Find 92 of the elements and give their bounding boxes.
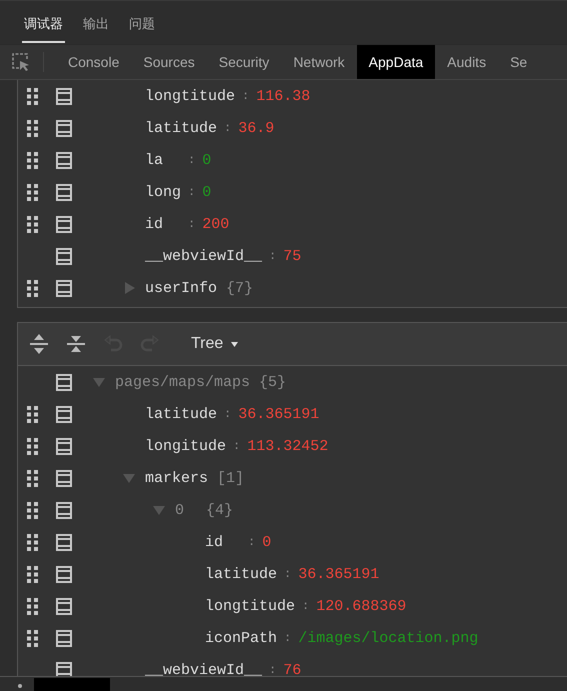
panel-icon[interactable]	[56, 470, 72, 486]
separator: :	[188, 217, 196, 231]
data-value: 0	[202, 184, 212, 200]
separator: :	[248, 535, 256, 549]
data-value: 200	[202, 216, 230, 232]
tab[interactable]: Audits	[435, 45, 498, 79]
drag-handle-icon[interactable]	[27, 438, 38, 454]
panel-icon[interactable]	[56, 534, 72, 550]
panel-icon[interactable]	[56, 598, 72, 614]
drag-handle-icon[interactable]	[27, 88, 38, 104]
data-value: 0	[202, 152, 212, 168]
panel-icon[interactable]	[56, 280, 72, 296]
data-key: longtitude	[205, 598, 296, 614]
dot-icon	[18, 684, 22, 688]
data-value: 36.365191	[298, 566, 380, 582]
expand-all-icon[interactable]	[29, 332, 49, 356]
data-value: 116.38	[256, 88, 310, 104]
item-count: {4}	[206, 502, 234, 518]
data-key: 0	[175, 502, 184, 518]
data-value: 36.9	[238, 120, 274, 136]
drag-handle-icon[interactable]	[27, 406, 38, 422]
tab[interactable]: Sources	[131, 45, 207, 79]
data-key: latitude	[205, 566, 278, 582]
separator: :	[284, 631, 292, 645]
drag-handle-icon[interactable]	[27, 502, 38, 518]
panel-icon[interactable]	[56, 630, 72, 646]
separator: :	[188, 153, 196, 167]
data-key: longitude	[145, 438, 226, 454]
inspect-element-icon[interactable]	[11, 52, 31, 72]
drag-handle-icon[interactable]	[27, 280, 38, 296]
data-key: userInfo	[145, 280, 218, 296]
panel-icon[interactable]	[56, 406, 72, 422]
tab[interactable]: Network	[281, 45, 357, 79]
separator: :	[224, 407, 232, 421]
data-key: pages/maps/maps	[115, 374, 250, 390]
data-key: longtitude	[145, 88, 236, 104]
data-value: 76	[283, 662, 302, 676]
drag-handle-icon[interactable]	[27, 184, 38, 200]
panel-icon[interactable]	[56, 216, 72, 232]
data-key: la	[145, 152, 181, 168]
separator: :	[233, 439, 240, 453]
data-key: iconPath	[205, 630, 278, 646]
tab[interactable]: Console	[56, 45, 132, 79]
drag-handle-icon[interactable]	[27, 534, 38, 550]
item-count: {7}	[226, 280, 254, 296]
panel-icon[interactable]	[56, 438, 72, 454]
data-value: 75	[283, 248, 302, 264]
panel-icon[interactable]	[56, 662, 72, 676]
drag-handle-icon[interactable]	[27, 120, 38, 136]
drag-handle-icon[interactable]	[27, 216, 38, 232]
tab[interactable]: 输出	[81, 1, 111, 43]
panel-icon[interactable]	[56, 120, 72, 136]
data-value: 120.688369	[316, 598, 406, 614]
data-key: latitude	[145, 406, 218, 422]
view-mode-dropdown[interactable]: Tree	[187, 331, 242, 357]
panel-icon[interactable]	[56, 152, 72, 168]
panel-icon[interactable]	[56, 502, 72, 518]
separator: :	[269, 249, 276, 263]
separator: :	[269, 663, 276, 676]
data-key: __webviewId__	[145, 248, 262, 264]
separator: :	[224, 121, 232, 135]
drag-handle-icon[interactable]	[27, 598, 38, 614]
drag-handle-icon[interactable]	[27, 470, 38, 486]
separator: :	[284, 567, 292, 581]
data-key: id	[205, 534, 241, 550]
item-count: [1]	[217, 470, 244, 486]
tab[interactable]: 问题	[127, 1, 157, 43]
separator: :	[302, 599, 310, 613]
panel-icon[interactable]	[56, 566, 72, 582]
data-value: 36.365191	[238, 406, 320, 422]
panel-icon[interactable]	[56, 88, 72, 104]
separator: :	[242, 89, 250, 103]
data-key: latitude	[145, 120, 218, 136]
tab[interactable]: Se	[498, 45, 540, 79]
data-value: 113.32452	[247, 438, 328, 454]
tab[interactable]: Security	[206, 45, 282, 79]
caret-icon	[231, 342, 238, 346]
data-key: long	[145, 184, 182, 200]
data-key: __webviewId__	[145, 662, 262, 676]
panel-icon[interactable]	[56, 248, 72, 264]
item-count: {5}	[259, 374, 286, 390]
drag-handle-icon[interactable]	[27, 566, 38, 582]
tab[interactable]: AppData	[356, 45, 436, 79]
panel-icon[interactable]	[56, 184, 72, 200]
drag-handle-icon[interactable]	[27, 152, 38, 168]
separator: :	[188, 185, 196, 199]
panel-icon[interactable]	[56, 374, 72, 390]
data-value: /images/location.png	[298, 630, 478, 646]
data-key: markers	[145, 470, 208, 486]
drag-handle-icon[interactable]	[27, 630, 38, 646]
data-value: 0	[262, 534, 272, 550]
data-key: id	[145, 216, 181, 232]
